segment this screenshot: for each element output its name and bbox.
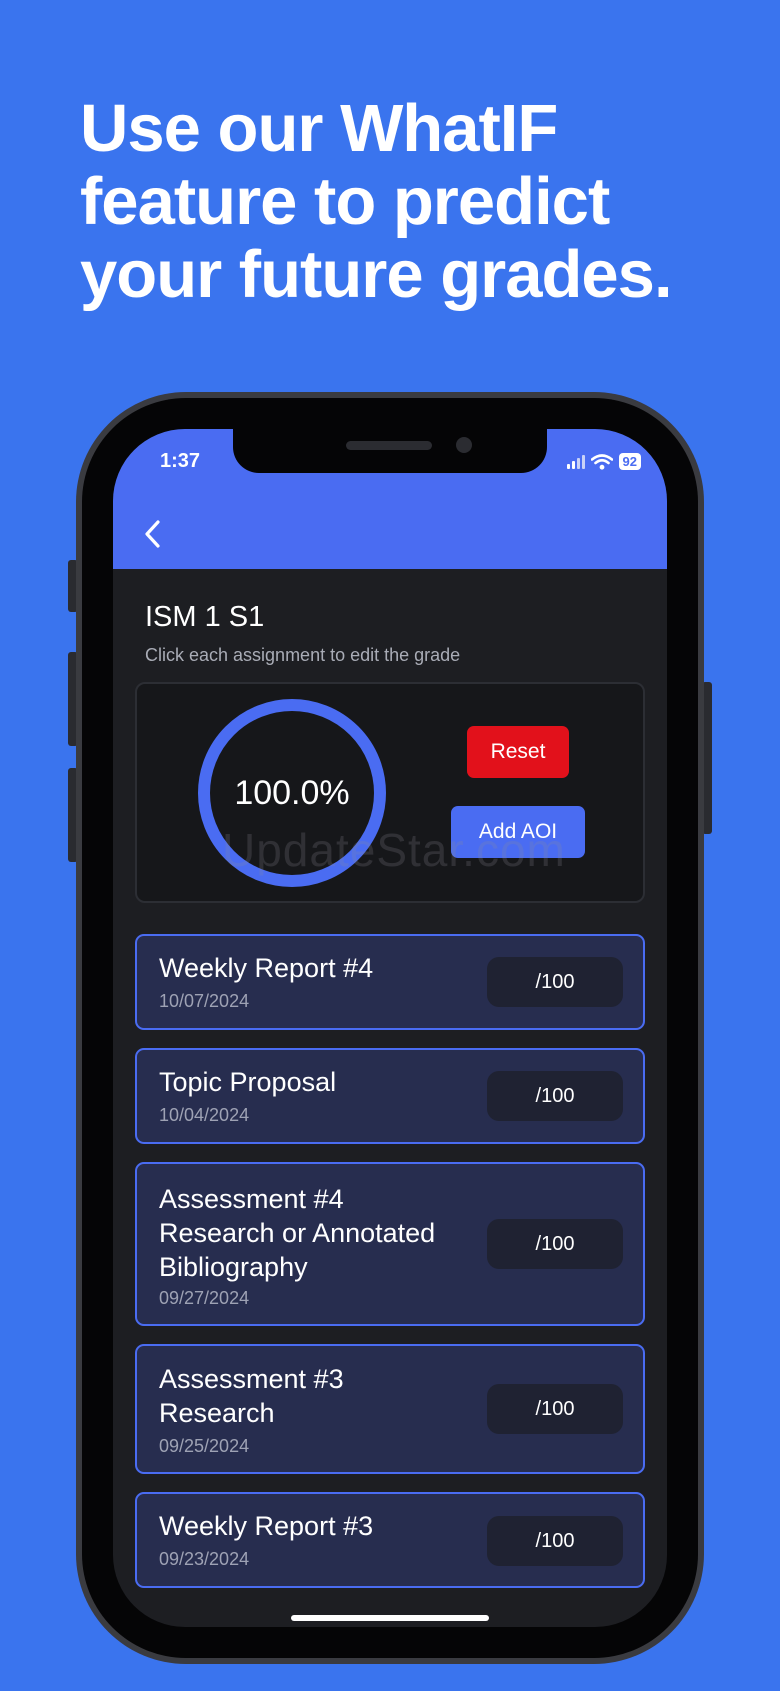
headline-line-2: feature to predict [80,164,610,239]
signal-icon [566,454,585,469]
grade-summary-panel: 100.0% Reset Add AOI UpdateStar.com [135,682,645,903]
battery-icon: 92 [618,453,641,470]
assignment-card[interactable]: Assessment #3 Research 09/25/2024 /100 [135,1344,645,1474]
grade-percentage: 100.0% [234,773,350,812]
promo-headline: Use our WhatIF feature to predict your f… [80,92,760,311]
status-time: 1:37 [160,450,201,472]
assignment-name: Assessment #4 Research or Annotated Bibl… [159,1184,436,1282]
score-input[interactable]: /100 [487,1071,623,1121]
assignment-card[interactable]: Weekly Report #4 10/07/2024 /100 [135,934,645,1030]
front-camera [456,437,472,453]
reset-button[interactable]: Reset [467,726,569,778]
score-input[interactable]: /100 [487,1516,623,1566]
headline-line-3: your future grades. [80,237,673,312]
chevron-left-icon[interactable] [143,519,161,549]
assignment-card[interactable]: Assessment #4 Research or Annotated Bibl… [135,1162,645,1326]
page-subtitle: Click each assignment to edit the grade [145,645,461,665]
assignment-date: 10/07/2024 [159,991,250,1011]
assignment-card[interactable]: Weekly Report #3 09/23/2024 /100 [135,1492,645,1588]
assignment-date: 09/25/2024 [159,1436,250,1456]
assignment-name: Weekly Report #3 [159,1511,374,1541]
speaker-grille [346,441,432,450]
watermark-text: UpdateStar.com [222,824,566,876]
assignment-card[interactable]: Topic Proposal 10/04/2024 /100 [135,1048,645,1144]
assignment-date: 10/04/2024 [159,1105,250,1125]
assignment-date: 09/27/2024 [159,1288,250,1308]
score-input[interactable]: /100 [487,957,623,1007]
assignment-name: Topic Proposal [159,1067,337,1097]
assignment-name: Assessment #3 Research [159,1364,344,1428]
assignment-name: Weekly Report #4 [159,953,374,983]
phone-notch [233,429,547,473]
assignment-date: 09/23/2024 [159,1549,250,1569]
home-indicator [291,1615,489,1621]
page-title: ISM 1 S1 [145,601,265,633]
status-icons: 92 [566,453,641,470]
wifi-icon [590,453,613,470]
phone-screen: 1:37 92 ISM 1 S1 Click each assignment t… [113,429,667,1627]
score-input[interactable]: /100 [487,1384,623,1434]
headline-line-1: Use our WhatIF [80,91,558,166]
score-input[interactable]: /100 [487,1219,623,1269]
